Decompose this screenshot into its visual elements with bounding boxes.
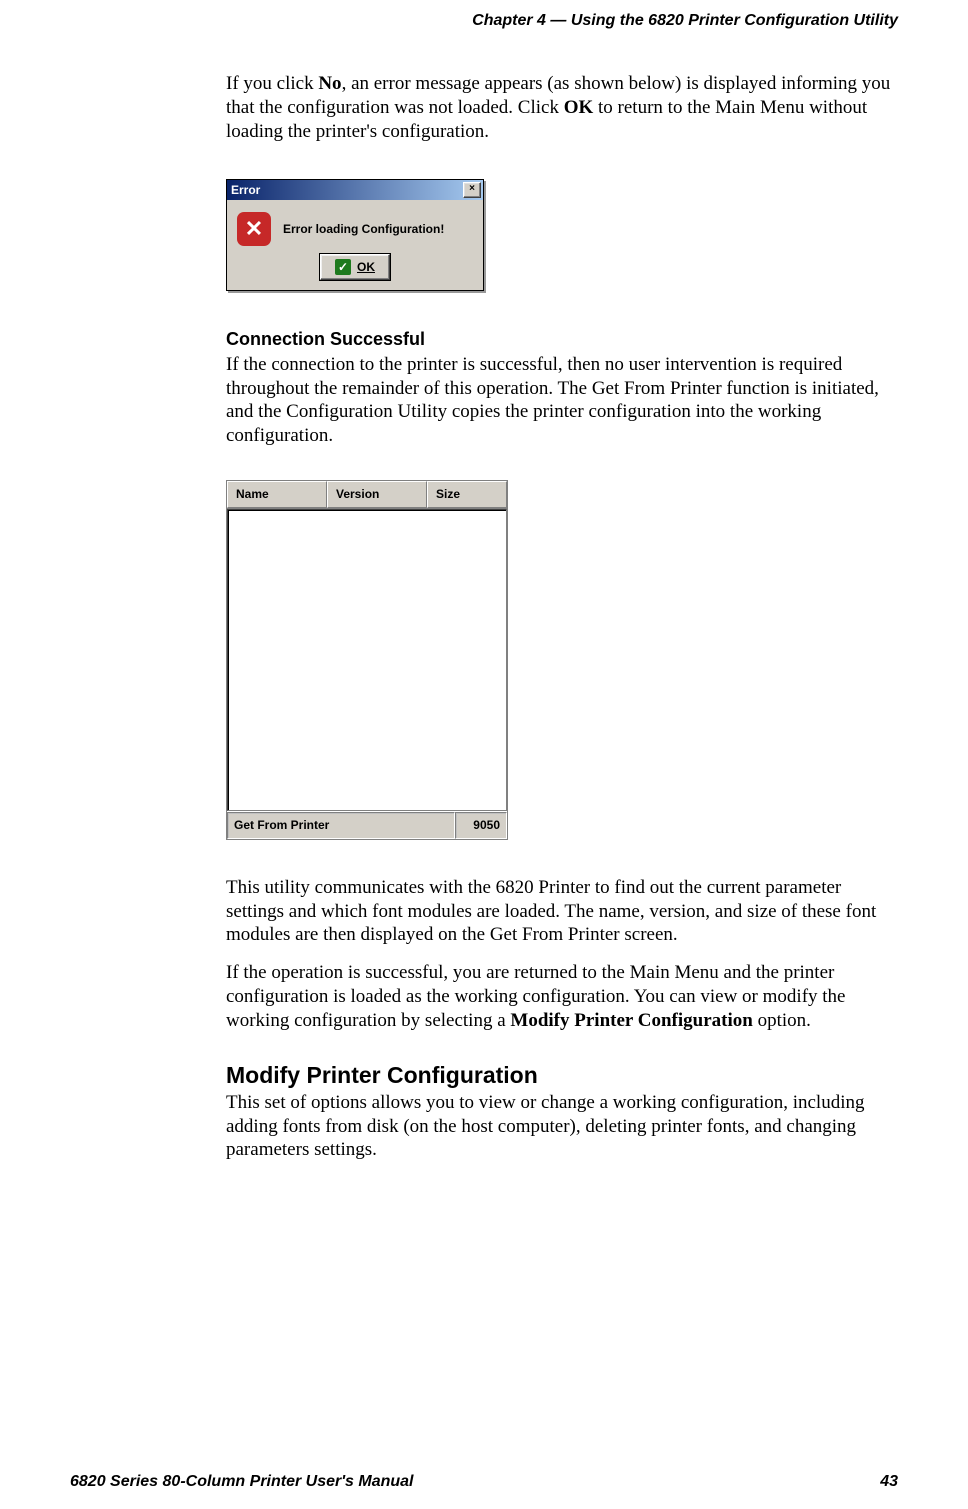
paragraph: If you click No, an error message appear… <box>226 72 896 143</box>
bold-no: No <box>318 73 341 94</box>
bold-modify-printer-config: Modify Printer Configuration <box>510 1010 752 1031</box>
chapter-label: Chapter 4 <box>472 12 546 29</box>
dialog-button-row: ✓ OK <box>227 250 483 290</box>
status-bar: Get From Printer 9050 <box>227 811 507 839</box>
paragraph: This set of options allows you to view o… <box>226 1091 896 1162</box>
dialog-body: ✕ Error loading Configuration! <box>227 200 483 250</box>
col-size[interactable]: Size <box>427 481 507 508</box>
dialog-message: Error loading Configuration! <box>283 222 444 237</box>
ok-label: OK <box>357 260 375 275</box>
dialog-title: Error <box>231 183 260 198</box>
x-icon: ✕ <box>245 218 263 240</box>
text: If you click <box>226 73 318 94</box>
close-button[interactable]: × <box>463 182 481 198</box>
close-icon: × <box>469 183 475 194</box>
col-version[interactable]: Version <box>327 481 427 508</box>
check-glyph: ✓ <box>338 261 348 273</box>
paragraph: If the connection to the printer is succ… <box>226 353 896 448</box>
paragraph: This utility communicates with the 6820 … <box>226 876 896 947</box>
footer-title: 6820 Series 80-Column Printer User's Man… <box>70 1473 414 1491</box>
running-header: Chapter 4 — Using the 6820 Printer Confi… <box>472 12 898 30</box>
col-name[interactable]: Name <box>227 481 327 508</box>
header-title: Using the 6820 Printer Configuration Uti… <box>571 12 898 29</box>
check-icon: ✓ <box>335 259 351 275</box>
list-header: Name Version Size <box>227 481 507 509</box>
bold-ok: OK <box>564 97 594 118</box>
text: option. <box>753 1010 811 1031</box>
error-dialog: Error × ✕ Error loading Configuration! ✓… <box>226 179 484 291</box>
page-number: 43 <box>880 1473 898 1491</box>
ok-button[interactable]: ✓ OK <box>320 254 390 280</box>
heading-modify-printer-configuration: Modify Printer Configuration <box>226 1062 896 1088</box>
error-icon: ✕ <box>237 212 271 246</box>
subheading-connection-successful: Connection Successful <box>226 329 896 351</box>
status-text: Get From Printer <box>227 812 455 839</box>
list-area[interactable] <box>227 509 507 811</box>
running-footer: 6820 Series 80-Column Printer User's Man… <box>70 1473 898 1491</box>
page-content: If you click No, an error message appear… <box>226 72 896 1176</box>
paragraph: If the operation is successful, you are … <box>226 961 896 1032</box>
header-dash: — <box>546 12 571 29</box>
status-number: 9050 <box>455 812 507 839</box>
dialog-titlebar: Error × <box>227 180 483 200</box>
get-from-printer-panel: Name Version Size Get From Printer 9050 <box>226 480 508 840</box>
